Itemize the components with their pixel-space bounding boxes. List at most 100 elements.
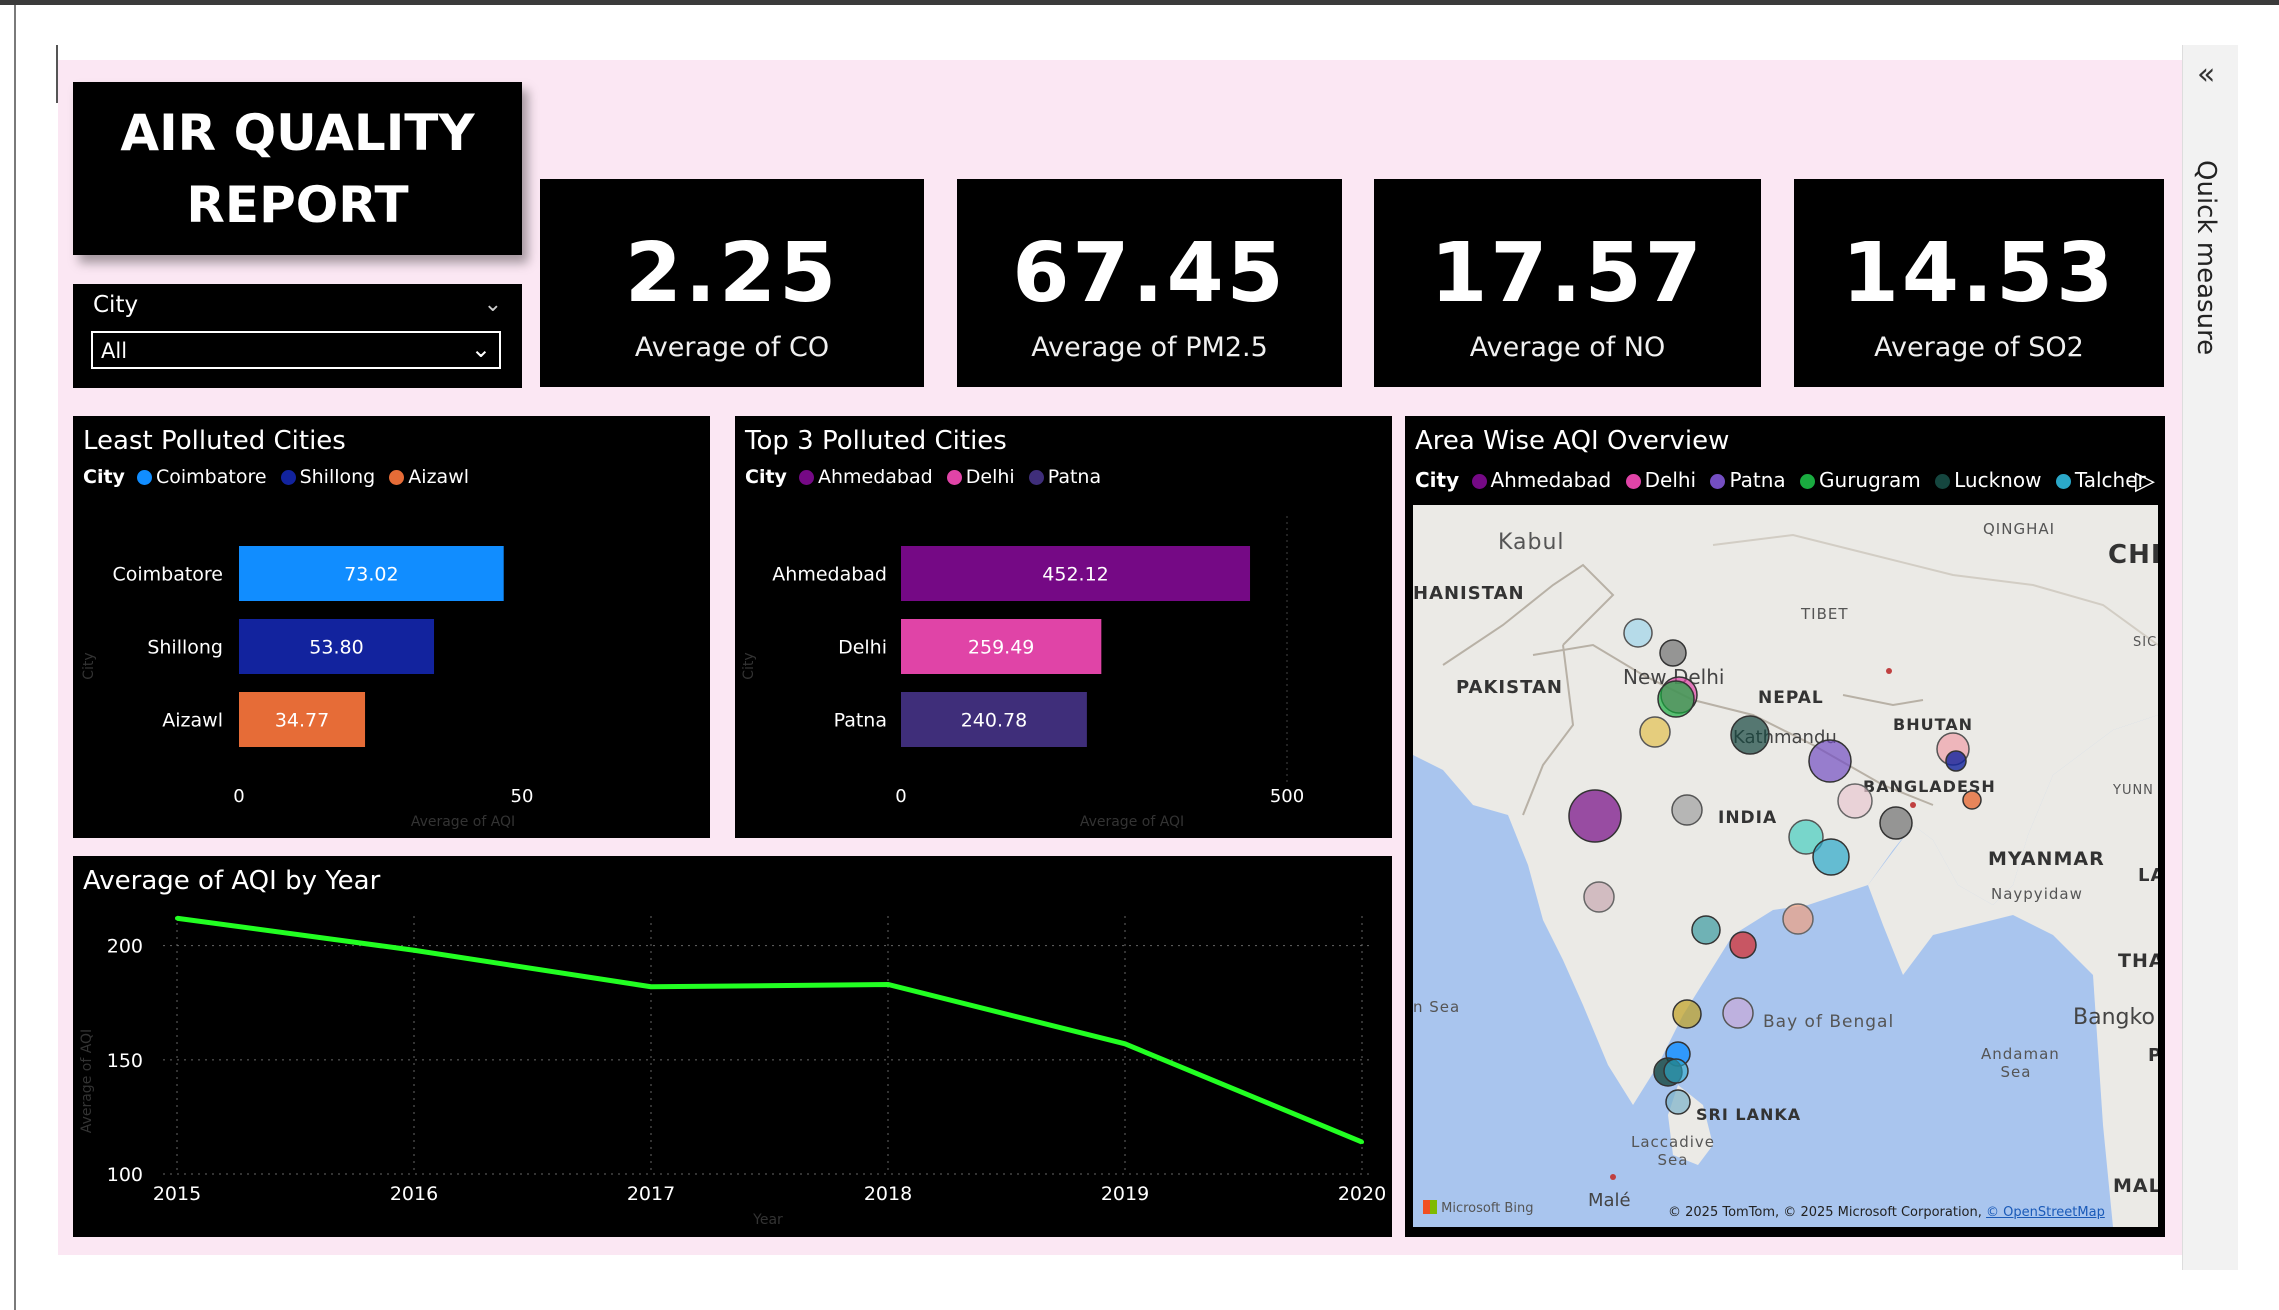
city-bubble-shillong[interactable] (1945, 750, 1967, 772)
data-point[interactable] (1123, 1041, 1127, 1046)
category-label: Ahmedabad (772, 564, 887, 586)
top3-polluted-panel[interactable]: Top 3 Polluted Cities City Ahmedabad Del… (735, 416, 1392, 838)
data-point[interactable] (1360, 1140, 1364, 1145)
city-bubble[interactable] (1722, 997, 1754, 1029)
map-bubbles (1568, 618, 1982, 1180)
window-left-border (14, 5, 16, 1310)
city-bubble[interactable] (1659, 639, 1687, 667)
legend-dot (1710, 474, 1726, 489)
chevron-down-icon: ⌄ (470, 335, 491, 363)
kpi-value: 14.53 (1841, 226, 2117, 321)
attribution-text: © 2025 TomTom, © 2025 Microsoft Corporat… (1668, 1205, 1982, 1220)
least-polluted-bar-chart: City Average of AQI 0 50 73.02 Coimbatore… (81, 546, 534, 830)
quick-measure-label: Quick measure (2191, 160, 2221, 356)
x-tick-label: 2020 (1338, 1183, 1386, 1205)
y-axis-title: City (81, 652, 97, 679)
y-axis-title: City (741, 652, 757, 679)
city-bubble[interactable] (1583, 881, 1615, 913)
kpi-label: Average of PM2.5 (1031, 332, 1268, 363)
map-legend: City Ahmedabad Delhi Patna Gurugram Luck… (1415, 468, 2154, 492)
city-bubble[interactable] (1663, 1058, 1689, 1084)
data-point[interactable] (412, 948, 416, 953)
legend-item[interactable]: Ahmedabad (1471, 468, 1612, 492)
city-bubble[interactable] (1837, 783, 1873, 819)
legend-item[interactable]: Lucknow (1935, 468, 2041, 492)
collapse-chevron-icon[interactable]: ⌄ (484, 292, 502, 317)
data-point[interactable] (886, 982, 890, 987)
legend-item[interactable]: Talcher (2055, 468, 2146, 492)
kpi-card-no[interactable]: 17.57 Average of NO (1374, 179, 1761, 387)
city-bubble[interactable] (1691, 915, 1721, 945)
kpi-card-so2[interactable]: 14.53 Average of SO2 (1794, 179, 2164, 387)
kpi-label: Average of NO (1469, 332, 1666, 363)
kpi-value: 2.25 (624, 226, 840, 321)
data-point[interactable] (175, 916, 179, 921)
city-bubble[interactable] (1623, 618, 1653, 648)
y-tick-label: 100 (107, 1164, 143, 1186)
kpi-value: 17.57 (1430, 226, 1705, 321)
least-polluted-panel[interactable]: Least Polluted Cities City Coimbatore Sh… (73, 416, 710, 838)
category-label: Shillong (147, 637, 223, 659)
city-bubble-ahmedabad[interactable] (1568, 789, 1622, 843)
quick-measure-pane[interactable]: « Quick measure (2182, 45, 2238, 1270)
bar-data-label: 73.02 (344, 564, 398, 586)
x-tick-label: 2015 (153, 1183, 201, 1205)
city-bubble[interactable] (1782, 903, 1814, 935)
kpi-card-pm25[interactable]: 67.45 Average of PM2.5 (957, 179, 1342, 387)
city-dropdown-value: All (101, 339, 128, 363)
x-axis-title: Average of AQI (1080, 814, 1184, 830)
kpi-card-co[interactable]: 2.25 Average of CO (540, 179, 924, 387)
y-tick-label: 200 (107, 936, 143, 958)
x-tick-label: 50 (511, 786, 534, 807)
city-bubble-patna[interactable] (1808, 739, 1852, 783)
legend-title: City (1415, 468, 1460, 492)
city-bubble[interactable] (1879, 806, 1913, 840)
city-bubble-lucknow[interactable] (1730, 715, 1770, 755)
bing-logo: Microsoft Bing (1423, 1200, 1533, 1216)
y-tick-label: 150 (107, 1050, 143, 1072)
legend-dot (1625, 474, 1641, 489)
city-slicer-label: City (93, 292, 139, 318)
city-bubble-talcher[interactable] (1812, 838, 1850, 876)
x-tick-label: 0 (895, 786, 906, 807)
legend-item[interactable]: Patna (1710, 468, 1786, 492)
city-dot (1610, 1174, 1616, 1180)
city-dot (1886, 668, 1892, 674)
osm-link[interactable]: © OpenStreetMap (1986, 1205, 2105, 1220)
city-dot (1910, 802, 1916, 808)
report-title-line2: REPORT (186, 175, 409, 234)
report-title-line1: AIR QUALITY (120, 103, 475, 162)
x-axis-title: Year (752, 1212, 783, 1228)
city-dropdown[interactable]: All ⌄ (91, 331, 501, 369)
legend-dot (1800, 474, 1816, 489)
y-axis-title: Average of AQI (79, 1029, 95, 1133)
city-bubble[interactable] (1729, 931, 1757, 959)
microsoft-logo-icon (1423, 1200, 1437, 1214)
x-tick-label: 2017 (627, 1183, 675, 1205)
aqi-series-line[interactable] (176, 915, 1363, 1145)
x-tick-label: 2016 (390, 1183, 438, 1205)
legend-label: Gurugram (1819, 468, 1921, 492)
panel-title: Area Wise AQI Overview (1415, 426, 1730, 456)
bar-data-label: 53.80 (309, 637, 363, 659)
aqi-by-year-panel[interactable]: Average of AQI by Year Average of AQI Ye… (73, 856, 1392, 1237)
category-label: Patna (834, 710, 887, 732)
kpi-value: 67.45 (1012, 226, 1287, 321)
city-bubble-gurugram[interactable] (1657, 680, 1695, 718)
category-label: Coimbatore (112, 564, 223, 586)
data-point[interactable] (649, 984, 653, 989)
legend-dot (1935, 474, 1951, 489)
map-view[interactable]: Kabul HANISTAN PAKISTAN TIBET QINGHAI CH… (1413, 505, 2158, 1227)
city-bubble[interactable] (1665, 1089, 1691, 1115)
legend-next-arrow-icon[interactable]: ▷ (2135, 466, 2155, 496)
city-bubble[interactable] (1639, 716, 1671, 748)
expand-double-chevron-icon[interactable]: « (2197, 57, 2215, 92)
legend-label: Ahmedabad (1490, 468, 1612, 492)
city-bubble-aizawl[interactable] (1962, 790, 1982, 810)
city-bubble[interactable] (1671, 794, 1703, 826)
bing-label: Microsoft Bing (1441, 1201, 1534, 1216)
city-bubble[interactable] (1672, 999, 1702, 1029)
x-axis-title: Average of AQI (411, 814, 515, 830)
legend-item[interactable]: Gurugram (1800, 468, 1921, 492)
legend-item[interactable]: Delhi (1625, 468, 1696, 492)
